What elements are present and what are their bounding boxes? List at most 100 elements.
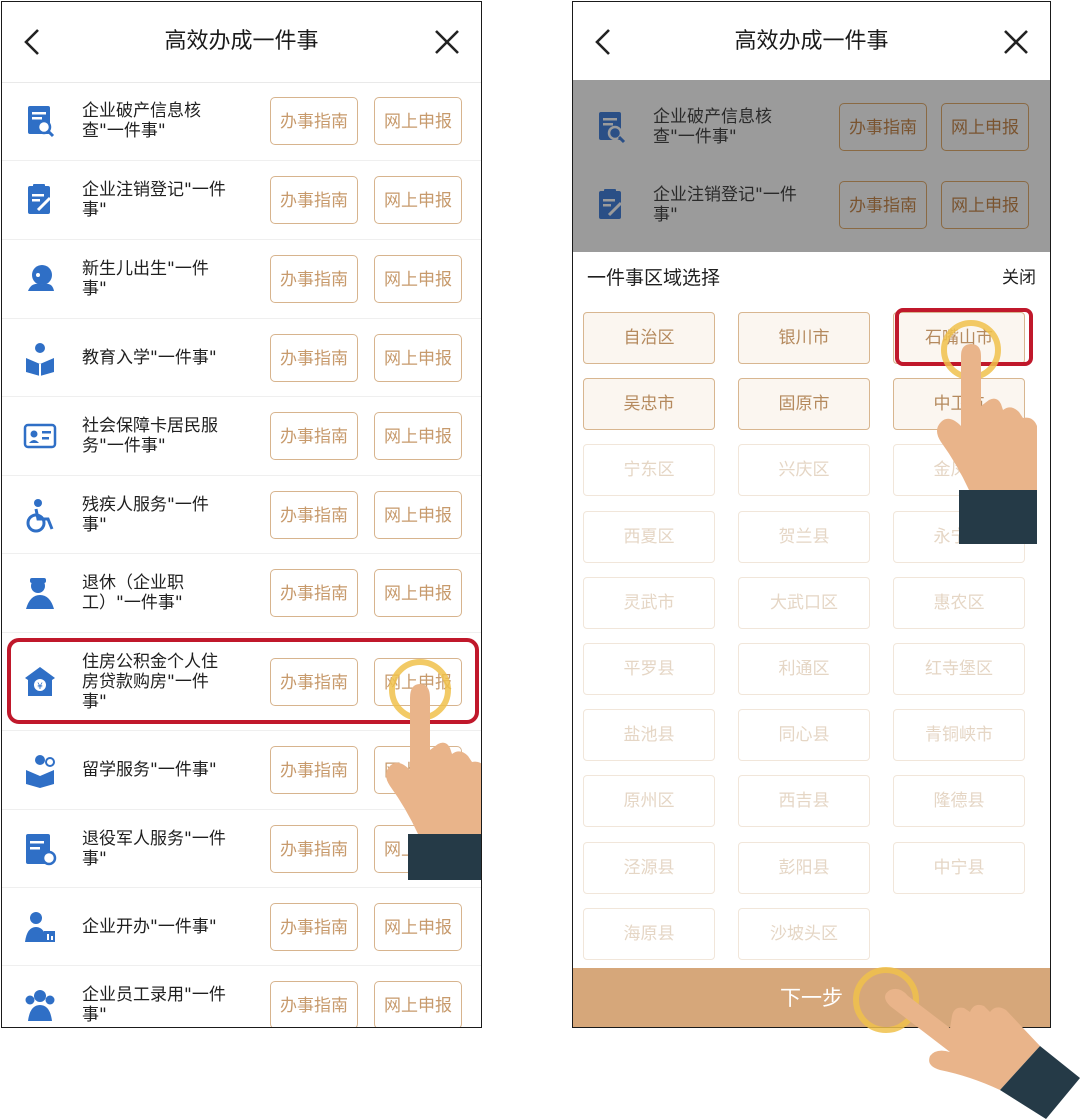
list-item: 企业员工录用"一件 事" 办事指南 网上申报 bbox=[2, 966, 481, 1027]
apply-online-button[interactable]: 网上申报 bbox=[374, 569, 462, 617]
list-item: 残疾人服务"一件 事" 办事指南 网上申报 bbox=[2, 476, 481, 554]
service-name: 企业破产信息核 查"一件事" bbox=[82, 101, 201, 141]
guide-button[interactable]: 办事指南 bbox=[270, 333, 358, 382]
next-step-button[interactable]: 下一步 bbox=[573, 968, 1050, 1027]
guide-button[interactable]: 办事指南 bbox=[270, 980, 358, 1027]
region-option[interactable]: 吴忠市 bbox=[583, 378, 715, 431]
region-option: 宁东区 bbox=[583, 444, 715, 497]
apply-online-button[interactable]: 网上申报 bbox=[374, 412, 462, 460]
region-option: 隆德县 bbox=[893, 775, 1025, 828]
list-item: 社会保障卡居民服 务"一件事" 办事指南 网上申报 bbox=[2, 397, 481, 476]
service-name: 教育入学"一件事" bbox=[82, 347, 217, 368]
region-option: 兴庆区 bbox=[738, 444, 870, 497]
clipboard-edit-icon bbox=[28, 184, 52, 214]
service-name: 退役军人服务"一件 事" bbox=[82, 828, 226, 869]
list-item: 企业注销登记"一件 事" 办事指南 网上申报 bbox=[573, 166, 1050, 244]
service-name: 残疾人服务"一件 事" bbox=[82, 494, 209, 535]
apply-online-button[interactable]: 网上申报 bbox=[374, 980, 462, 1027]
guide-button: 办事指南 bbox=[839, 181, 927, 229]
close-icon[interactable] bbox=[1002, 28, 1030, 56]
region-option: 惠农区 bbox=[893, 576, 1025, 629]
region-option: 西夏区 bbox=[583, 510, 715, 563]
service-name: 留学服务"一件事" bbox=[82, 760, 217, 780]
veteran-doc-icon bbox=[26, 833, 57, 865]
right-phone-screen: 高效办成一件事 企业破产信息核 查"一件事" 办事指南 网上申报 企业注销登记"… bbox=[572, 1, 1051, 1028]
sheet-close-button[interactable]: 关闭 bbox=[1002, 252, 1036, 304]
list-item: 新生儿出生"一件 事" 办事指南 网上申报 bbox=[2, 240, 481, 319]
clipboard-edit-icon bbox=[599, 189, 623, 219]
apply-online-button[interactable]: 网上申报 bbox=[374, 176, 462, 224]
employees-icon bbox=[25, 989, 55, 1021]
list-item: 企业注销登记"一件 事" 办事指南 网上申报 bbox=[2, 161, 481, 240]
document-search-icon bbox=[28, 106, 55, 138]
region-option: 青铜峡市 bbox=[893, 709, 1025, 762]
guide-button[interactable]: 办事指南 bbox=[270, 97, 358, 145]
list-item: 退休（企业职 工）"一件事" 办事指南 网上申报 bbox=[2, 554, 481, 633]
reading-child-icon bbox=[26, 342, 54, 376]
navbar: 高效办成一件事 bbox=[2, 2, 481, 83]
region-option: 灵武市 bbox=[583, 576, 715, 629]
region-option[interactable]: 自治区 bbox=[583, 312, 715, 364]
region-option: 金凤区 bbox=[893, 444, 1025, 497]
guide-button[interactable]: 办事指南 bbox=[270, 746, 358, 794]
region-option[interactable]: 固原市 bbox=[738, 378, 870, 431]
guide-button[interactable]: 办事指南 bbox=[270, 412, 358, 460]
apply-online-button[interactable]: 网上申报 bbox=[374, 824, 462, 873]
highlight-frame bbox=[895, 308, 1033, 366]
list-item: 教育入学"一件事" 办事指南 网上申报 bbox=[2, 319, 481, 397]
business-person-icon bbox=[25, 911, 55, 942]
service-name: 退休（企业职 工）"一件事" bbox=[82, 573, 184, 613]
apply-online-button: 网上申报 bbox=[941, 181, 1029, 229]
guide-button[interactable]: 办事指南 bbox=[270, 902, 358, 951]
service-name: 企业注销登记"一件 事" bbox=[653, 185, 797, 225]
list-item: 留学服务"一件事" 办事指南 网上申报 bbox=[2, 731, 481, 810]
region-option: 红寺堡区 bbox=[893, 643, 1025, 695]
document-search-icon bbox=[599, 112, 626, 144]
list-item: 企业破产信息核 查"一件事" 办事指南 网上申报 bbox=[573, 88, 1050, 166]
guide-button[interactable]: 办事指南 bbox=[270, 824, 358, 873]
region-option: 泾源县 bbox=[583, 841, 715, 894]
study-abroad-icon bbox=[26, 755, 55, 788]
guide-button[interactable]: 办事指南 bbox=[270, 490, 358, 539]
page-title: 高效办成一件事 bbox=[164, 29, 319, 54]
list-item: 企业破产信息核 查"一件事" 办事指南 网上申报 bbox=[2, 82, 481, 161]
apply-online-button[interactable]: 网上申报 bbox=[374, 490, 462, 539]
region-option: 平罗县 bbox=[583, 643, 715, 695]
service-name: 企业破产信息核 查"一件事" bbox=[653, 107, 772, 147]
region-option: 永宁县 bbox=[893, 510, 1025, 563]
region-option: 原州区 bbox=[583, 775, 715, 828]
service-name: 企业员工录用"一件 事" bbox=[82, 984, 226, 1025]
guide-button[interactable]: 办事指南 bbox=[270, 176, 358, 224]
apply-online-button[interactable]: 网上申报 bbox=[374, 97, 462, 145]
close-icon[interactable] bbox=[433, 28, 461, 56]
wheelchair-icon bbox=[26, 498, 54, 532]
guide-button[interactable]: 办事指南 bbox=[270, 255, 358, 303]
region-option: 西吉县 bbox=[738, 775, 870, 828]
apply-online-button[interactable]: 网上申报 bbox=[374, 333, 462, 382]
region-option: 贺兰县 bbox=[738, 510, 870, 563]
navbar: 高效办成一件事 bbox=[573, 2, 1050, 83]
highlight-frame bbox=[7, 638, 479, 724]
region-option: 中宁县 bbox=[893, 841, 1025, 894]
page-title: 高效办成一件事 bbox=[734, 29, 889, 54]
retiree-icon bbox=[26, 578, 54, 609]
guide-button: 办事指南 bbox=[839, 103, 927, 151]
region-sheet-title: 一件事区域选择 bbox=[587, 267, 721, 289]
region-option: 同心县 bbox=[738, 709, 870, 762]
region-option: 大武口区 bbox=[738, 576, 870, 629]
list-item: 企业开办"一件事" 办事指南 网上申报 bbox=[2, 888, 481, 966]
apply-online-button[interactable]: 网上申报 bbox=[374, 255, 462, 303]
region-option: 沙坡头区 bbox=[738, 907, 870, 960]
region-option[interactable]: 中卫市 bbox=[893, 378, 1025, 431]
guide-button[interactable]: 办事指南 bbox=[270, 569, 358, 617]
id-card-icon bbox=[23, 423, 57, 449]
region-option: 利通区 bbox=[738, 643, 870, 695]
region-option: 海原县 bbox=[583, 907, 715, 960]
left-phone-screen: 高效办成一件事 企业破产信息核 查"一件事" 办事指南 网上申报 企业注销登记"一件 … bbox=[1, 1, 482, 1028]
apply-online-button[interactable]: 网上申报 bbox=[374, 902, 462, 951]
region-option[interactable]: 银川市 bbox=[738, 312, 870, 364]
service-name: 企业注销登记"一件 事" bbox=[82, 180, 226, 220]
region-option: 盐池县 bbox=[583, 709, 715, 762]
apply-online-button[interactable]: 网上申报 bbox=[374, 746, 462, 794]
list-item: 退役军人服务"一件 事" 办事指南 网上申报 bbox=[2, 810, 481, 888]
